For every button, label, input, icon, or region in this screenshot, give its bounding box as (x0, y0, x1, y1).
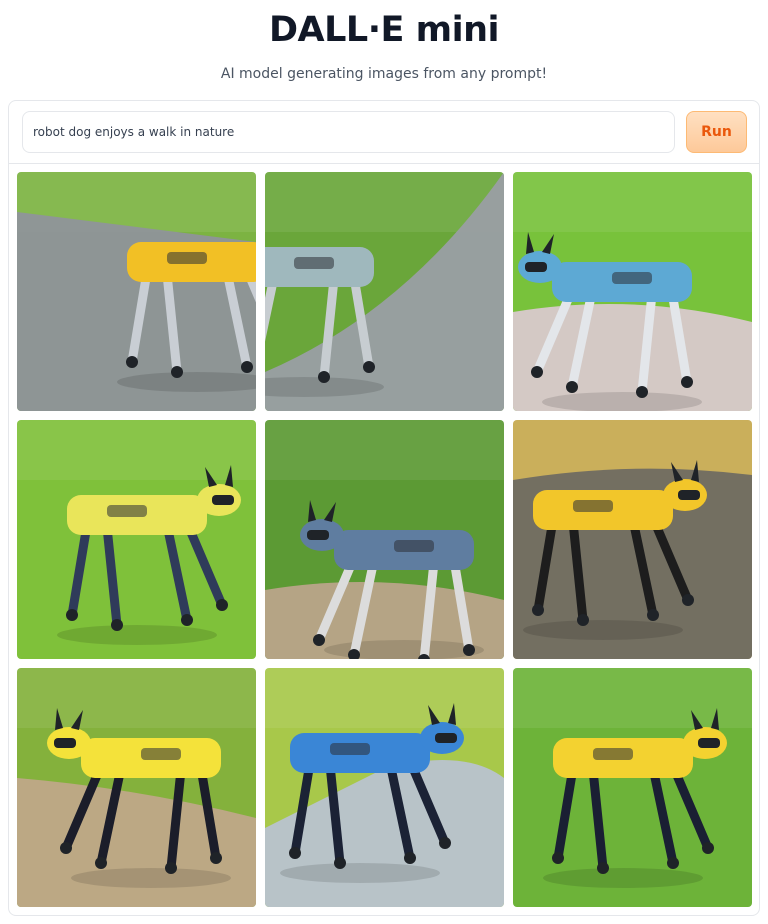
generated-image[interactable] (265, 420, 504, 659)
generated-image-graphic (265, 668, 504, 907)
generated-image[interactable] (17, 420, 256, 659)
generated-image-graphic (265, 420, 504, 659)
generated-image[interactable] (265, 668, 504, 907)
image-gallery (17, 172, 752, 907)
divider (9, 163, 759, 164)
generated-image-graphic (513, 668, 752, 907)
page-title: DALL·E mini (268, 10, 500, 50)
generated-image[interactable] (265, 172, 504, 411)
generated-image-graphic (17, 172, 256, 411)
prompt-input[interactable] (22, 111, 675, 153)
generated-image-graphic (513, 172, 752, 411)
page-subtitle: AI model generating images from any prom… (220, 66, 548, 82)
generated-image-graphic (513, 420, 752, 659)
generated-image-graphic (265, 172, 504, 411)
generated-image[interactable] (513, 172, 752, 411)
generated-image[interactable] (513, 420, 752, 659)
run-button[interactable]: Run (686, 111, 747, 153)
generated-image-graphic (17, 420, 256, 659)
generated-image[interactable] (513, 668, 752, 907)
generated-image[interactable] (17, 172, 256, 411)
generated-image[interactable] (17, 668, 256, 907)
generated-image-graphic (17, 668, 256, 907)
generator-panel: Run (8, 100, 760, 916)
